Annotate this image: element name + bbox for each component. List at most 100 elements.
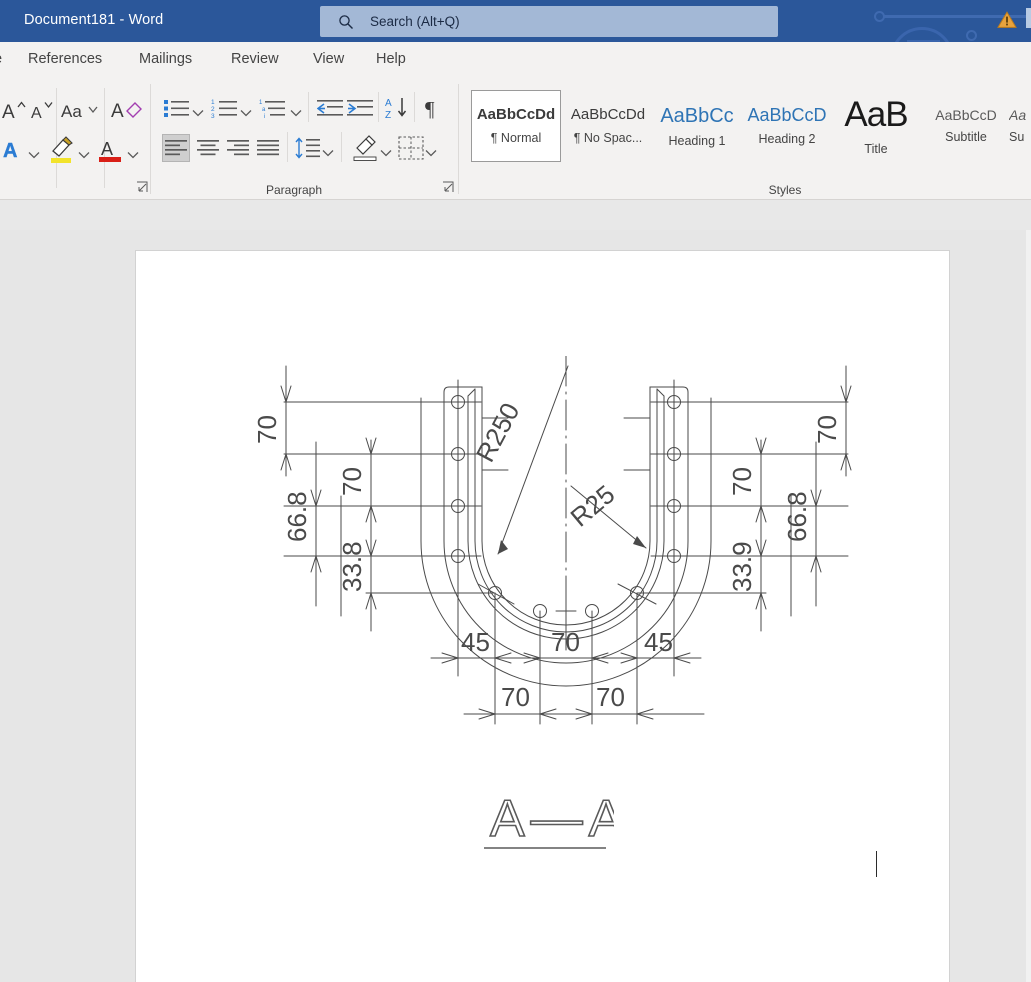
increase-indent-button[interactable]	[346, 96, 376, 120]
svg-text:A: A	[111, 101, 124, 122]
decrease-indent-button[interactable]	[316, 96, 346, 120]
style-preview: AaBbCcD	[935, 107, 997, 123]
svg-text:2: 2	[211, 106, 215, 113]
paragraph-dialog-launcher[interactable]	[442, 180, 454, 192]
multilevel-list-button[interactable]: 1 a i	[258, 96, 290, 120]
style-subtle-emphasis[interactable]: Aa Su	[1009, 90, 1031, 162]
align-right-button[interactable]	[225, 134, 251, 162]
borders-chevron-down-icon[interactable]	[425, 144, 437, 162]
tab-help[interactable]: Help	[376, 51, 406, 67]
bullets-chevron-down-icon[interactable]	[192, 104, 204, 122]
ruler-area: 3 · ı · 2 · ı · 1 · ı · ı · ı · 1 · ı · …	[0, 200, 1031, 429]
paragraph-styles-group-divider	[458, 84, 459, 194]
dim-left-66-8: 66.8	[282, 491, 312, 542]
styles-group-label: Styles	[768, 183, 802, 197]
justify-button[interactable]	[255, 134, 281, 162]
search-icon	[338, 14, 354, 30]
shrink-font-button[interactable]: A	[28, 96, 58, 124]
svg-text:Aa: Aa	[61, 102, 82, 121]
show-formatting-marks-button[interactable]: ¶	[420, 95, 446, 121]
svg-text:1: 1	[211, 99, 215, 106]
style-label: ¶ No Spac...	[573, 130, 643, 145]
svg-text:A: A	[31, 105, 42, 121]
tab-references[interactable]: References	[28, 51, 102, 67]
text-cursor	[876, 851, 877, 877]
dim-left-33-8: 33.8	[337, 541, 367, 592]
titlebar-right-stub	[1026, 8, 1031, 28]
style-label: ¶ Normal	[490, 130, 542, 145]
tab-review[interactable]: Review	[231, 51, 279, 67]
style-heading-1[interactable]: AaBbCс Heading 1	[652, 90, 742, 162]
clear-formatting-button[interactable]: A	[110, 96, 148, 124]
section-label-aa[interactable]: A—A	[484, 781, 624, 861]
style-heading-2[interactable]: AaBbCcD Heading 2	[742, 90, 832, 162]
bullets-button[interactable]	[162, 96, 192, 120]
align-left-button[interactable]	[162, 134, 190, 162]
numbering-button[interactable]: 1 2 3	[210, 96, 240, 120]
grow-font-button[interactable]: A	[0, 96, 30, 124]
document-canvas[interactable]: 70 66.8 70 33.8 70 66.8 70 33.9 45 70 45…	[0, 230, 1031, 982]
svg-text:A: A	[385, 98, 392, 109]
style-preview: AaBbCс	[660, 104, 734, 127]
tab-mailings[interactable]: Mailings	[139, 51, 192, 67]
style-no-spacing[interactable]: AaBbCcDd ¶ No Spac...	[563, 90, 653, 162]
document-title: Document181 - Word	[24, 12, 164, 28]
shading-chevron-down-icon[interactable]	[380, 144, 392, 162]
style-label: Heading 1	[668, 133, 726, 148]
svg-text:A: A	[3, 140, 17, 161]
titlebar-decoration-dot	[874, 11, 885, 22]
text-effects-chevron-down-icon[interactable]	[28, 146, 40, 164]
change-case-button[interactable]: Aa	[60, 96, 104, 124]
svg-text:3: 3	[211, 113, 215, 118]
paragraph-divider-2	[378, 92, 379, 122]
style-normal[interactable]: AaBbCcDd ¶ Normal	[471, 90, 561, 162]
multilevel-chevron-down-icon[interactable]	[290, 104, 302, 122]
radius-r250: R250	[470, 398, 526, 467]
warning-triangle-icon[interactable]	[997, 11, 1017, 29]
style-label: Heading 2	[758, 132, 816, 147]
dim-left-70: 70	[252, 415, 282, 444]
sort-button[interactable]: A Z	[384, 95, 412, 121]
dim-bottom-70-left: 70	[501, 682, 530, 712]
font-color-button[interactable]: A	[96, 135, 126, 163]
search-box[interactable]: Search (Alt+Q)	[320, 6, 778, 37]
style-label: Subtitle	[945, 130, 987, 145]
tab-view[interactable]: View	[313, 51, 344, 67]
document-page[interactable]: 70 66.8 70 33.8 70 66.8 70 33.9 45 70 45…	[135, 250, 950, 982]
dim-right-70: 70	[812, 415, 842, 444]
search-input[interactable]: Search (Alt+Q)	[370, 14, 460, 29]
style-preview: AaBbCcD	[747, 105, 827, 125]
font-color-chevron-down-icon[interactable]	[127, 146, 139, 164]
line-spacing-chevron-down-icon[interactable]	[322, 144, 334, 162]
dim-right-66-8: 66.8	[782, 491, 812, 542]
shading-button[interactable]	[350, 134, 380, 162]
text-highlight-color-button[interactable]	[46, 135, 78, 163]
borders-button[interactable]	[397, 134, 425, 162]
dim-bottom-45-left: 45	[461, 627, 490, 657]
style-preview: AaBbCcDd	[570, 107, 646, 124]
style-subtitle[interactable]: AaBbCcD Subtitle	[921, 90, 1011, 162]
titlebar-decoration-circle	[890, 27, 954, 42]
ribbon: A A Aa A A A 1 2 3 1 a i A Z ¶ Paragraph…	[0, 82, 1031, 200]
style-label: Title	[864, 141, 888, 156]
svg-text:Z: Z	[385, 110, 391, 120]
svg-text:A: A	[2, 102, 15, 121]
text-effects-button[interactable]: A	[0, 135, 30, 163]
ribbon-tab-strip: e References Mailings Review View Help	[0, 42, 1031, 82]
paragraph-divider-4	[287, 132, 288, 162]
paragraph-group-label: Paragraph	[265, 183, 323, 197]
vertical-scrollbar[interactable]	[1026, 230, 1031, 982]
dim-left-70-inner: 70	[337, 467, 367, 496]
style-title[interactable]: AaB Title	[831, 90, 921, 162]
font-dialog-launcher[interactable]	[136, 180, 148, 192]
center-button[interactable]	[195, 134, 221, 162]
tab-partial-left[interactable]: e	[0, 51, 2, 67]
numbering-chevron-down-icon[interactable]	[240, 104, 252, 122]
highlight-chevron-down-icon[interactable]	[78, 146, 90, 164]
dim-bottom-70-mid: 70	[551, 627, 580, 657]
style-preview: Aa	[1009, 107, 1027, 123]
style-preview: AaBbCcDd	[476, 107, 556, 124]
dim-right-33-9: 33.9	[727, 541, 757, 592]
line-spacing-button[interactable]	[294, 134, 322, 162]
dim-bottom-70-right: 70	[596, 682, 625, 712]
